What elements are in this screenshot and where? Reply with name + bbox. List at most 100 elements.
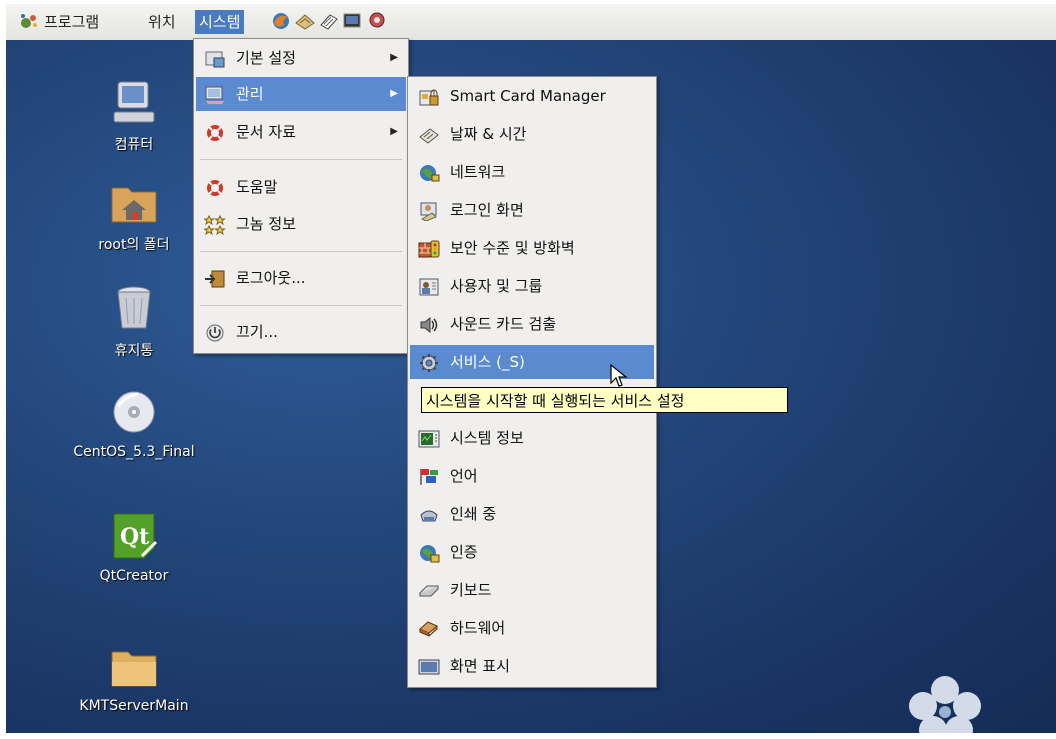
home-folder-icon — [111, 187, 157, 223]
menu-item-smart-card-manager[interactable]: Smart Card Manager — [410, 79, 654, 113]
menu-item-label: 로그인 화면 — [450, 201, 524, 219]
menu-item-login-screen[interactable]: 로그인 화면 — [410, 193, 654, 227]
desktop-icon-label: CentOS_5.3_Final — [73, 444, 195, 460]
menu-item-label: 하드웨어 — [450, 619, 506, 637]
menu-item-logout[interactable]: 로그아웃... — [196, 261, 406, 295]
menu-item-label: Smart Card Manager — [450, 87, 606, 105]
menu-item-label: 인쇄 중 — [450, 505, 497, 523]
menu-item-label: 로그아웃... — [236, 269, 306, 287]
preferences-icon — [205, 51, 225, 68]
menu-item-administration[interactable]: 관리 ▶ — [196, 77, 406, 111]
language-icon — [420, 469, 438, 485]
menu-item-authentication[interactable]: 인증 — [410, 535, 654, 569]
svg-text:Qt: Qt — [120, 524, 150, 550]
display-icon — [418, 659, 440, 675]
chevron-right-icon: ▶ — [390, 52, 398, 63]
menu-item-sound-card[interactable]: 사운드 카드 검출 — [410, 307, 654, 341]
network-icon — [420, 165, 440, 182]
users-icon — [419, 278, 439, 296]
menu-item-label: 날짜 & 시간 — [450, 125, 527, 143]
menu-item-help[interactable]: 도움말 — [196, 170, 406, 204]
folder-icon — [111, 651, 157, 687]
authentication-icon — [420, 545, 440, 563]
power-icon — [206, 324, 224, 342]
desktop-icon-label: KMTServerMain — [79, 698, 189, 714]
gnome-stars-icon — [204, 215, 226, 235]
menu-item-label: 문서 자료 — [236, 123, 296, 141]
evolution-icon[interactable] — [294, 11, 316, 31]
menu-system[interactable]: 시스템 — [195, 10, 245, 34]
menu-item-printing[interactable]: 인쇄 중 — [410, 497, 654, 531]
smartcard-icon — [419, 89, 439, 106]
menu-item-label: 화면 표시 — [450, 657, 510, 675]
wallpaper-flower — [909, 676, 981, 733]
desktop-icon-trash[interactable]: 휴지통 — [54, 284, 214, 360]
desktop-icon-label: root의 폴더 — [98, 237, 170, 253]
menu-item-label: 사운드 카드 검출 — [450, 315, 557, 333]
computer-icon — [113, 81, 155, 123]
menu-separator — [200, 305, 402, 306]
printer-icon — [420, 510, 438, 522]
menu-item-label: 도움말 — [236, 178, 278, 196]
hardware-icon — [419, 621, 438, 637]
lifebuoy-icon — [207, 180, 223, 196]
menu-item-label: 키보드 — [450, 581, 492, 599]
menu-item-shutdown[interactable]: 끄기... — [196, 315, 406, 349]
menu-item-label: 네트워크 — [450, 163, 506, 181]
menu-item-label: 인증 — [450, 543, 478, 561]
firefox-icon[interactable] — [270, 11, 292, 31]
menu-item-keyboard[interactable]: 키보드 — [410, 573, 654, 607]
system-menu: 기본 설정 ▶ 관리 ▶ 문서 자료 ▶ 도움말 그놈 정보 로그아웃... 끄… — [193, 38, 409, 354]
menu-item-label: 관리 — [236, 85, 264, 103]
chevron-right-icon: ▶ — [390, 126, 398, 137]
menu-item-label: 기본 설정 — [236, 49, 296, 67]
system-info-icon — [418, 430, 440, 448]
menu-item-date-time[interactable]: 날짜 & 시간 — [410, 117, 654, 151]
desktop-icon-computer[interactable]: 컴퓨터 — [54, 78, 214, 154]
menu-item-documentation[interactable]: 문서 자료 ▶ — [196, 115, 406, 149]
screenshot-icon[interactable] — [366, 11, 388, 31]
menu-item-system-info[interactable]: 시스템 정보 — [410, 421, 654, 455]
desktop-icon-home[interactable]: root의 폴더 — [54, 178, 214, 254]
firewall-icon — [418, 240, 440, 258]
menu-item-network[interactable]: 네트워크 — [410, 155, 654, 189]
chevron-right-icon: ▶ — [390, 88, 398, 99]
trash-icon — [117, 286, 151, 329]
desktop-icon-kmtservermain[interactable]: KMTServerMain — [54, 642, 214, 714]
desktop-icon-label: 휴지통 — [114, 343, 154, 359]
menu-places[interactable]: 위치 — [144, 10, 180, 34]
clock-icon — [419, 128, 439, 144]
qt-icon: Qt — [113, 513, 158, 559]
menu-item-hardware[interactable]: 하드웨어 — [410, 611, 654, 645]
tooltip: 시스템을 시작할 때 실행되는 서비스 설정 — [421, 387, 788, 413]
sound-icon — [420, 316, 438, 334]
desktop-icon-label: 컴퓨터 — [114, 137, 154, 153]
terminal-icon[interactable] — [342, 11, 364, 31]
menu-item-label: 서비스 (_S) — [450, 353, 525, 371]
desktop-icon-label: QtCreator — [99, 568, 169, 584]
services-icon — [420, 354, 438, 372]
text-editor-icon[interactable] — [318, 11, 340, 31]
menu-item-label: 보안 수준 및 방화벽 — [450, 239, 575, 257]
menu-item-about-gnome[interactable]: 그놈 정보 — [196, 207, 406, 241]
menu-separator — [200, 159, 402, 160]
logout-icon — [205, 270, 225, 288]
menu-separator — [200, 251, 402, 252]
menu-item-users-groups[interactable]: 사용자 및 그룹 — [410, 269, 654, 303]
cdrom-icon — [113, 391, 155, 433]
administration-icon — [205, 86, 224, 104]
menu-item-display[interactable]: 화면 표시 — [410, 649, 654, 683]
desktop-icon-qtcreator[interactable]: Qt QtCreator — [54, 512, 214, 584]
menu-item-label: 끄기... — [236, 323, 278, 341]
gnome-foot-icon — [21, 14, 37, 28]
top-panel: 프로그램 위치 시스템 — [6, 4, 1056, 41]
menu-item-firewall[interactable]: 보안 수준 및 방화벽 — [410, 231, 654, 265]
desktop-icon-cdrom[interactable]: CentOS_5.3_Final — [54, 388, 214, 460]
menu-item-label: 그놈 정보 — [236, 215, 296, 233]
mouse-cursor-icon — [610, 364, 628, 387]
menu-item-preferences[interactable]: 기본 설정 ▶ — [196, 41, 406, 75]
login-screen-icon — [420, 202, 437, 221]
menu-item-language[interactable]: 언어 — [410, 459, 654, 493]
menu-applications[interactable]: 프로그램 — [40, 10, 103, 34]
menu-item-label: 시스템 정보 — [450, 429, 524, 447]
